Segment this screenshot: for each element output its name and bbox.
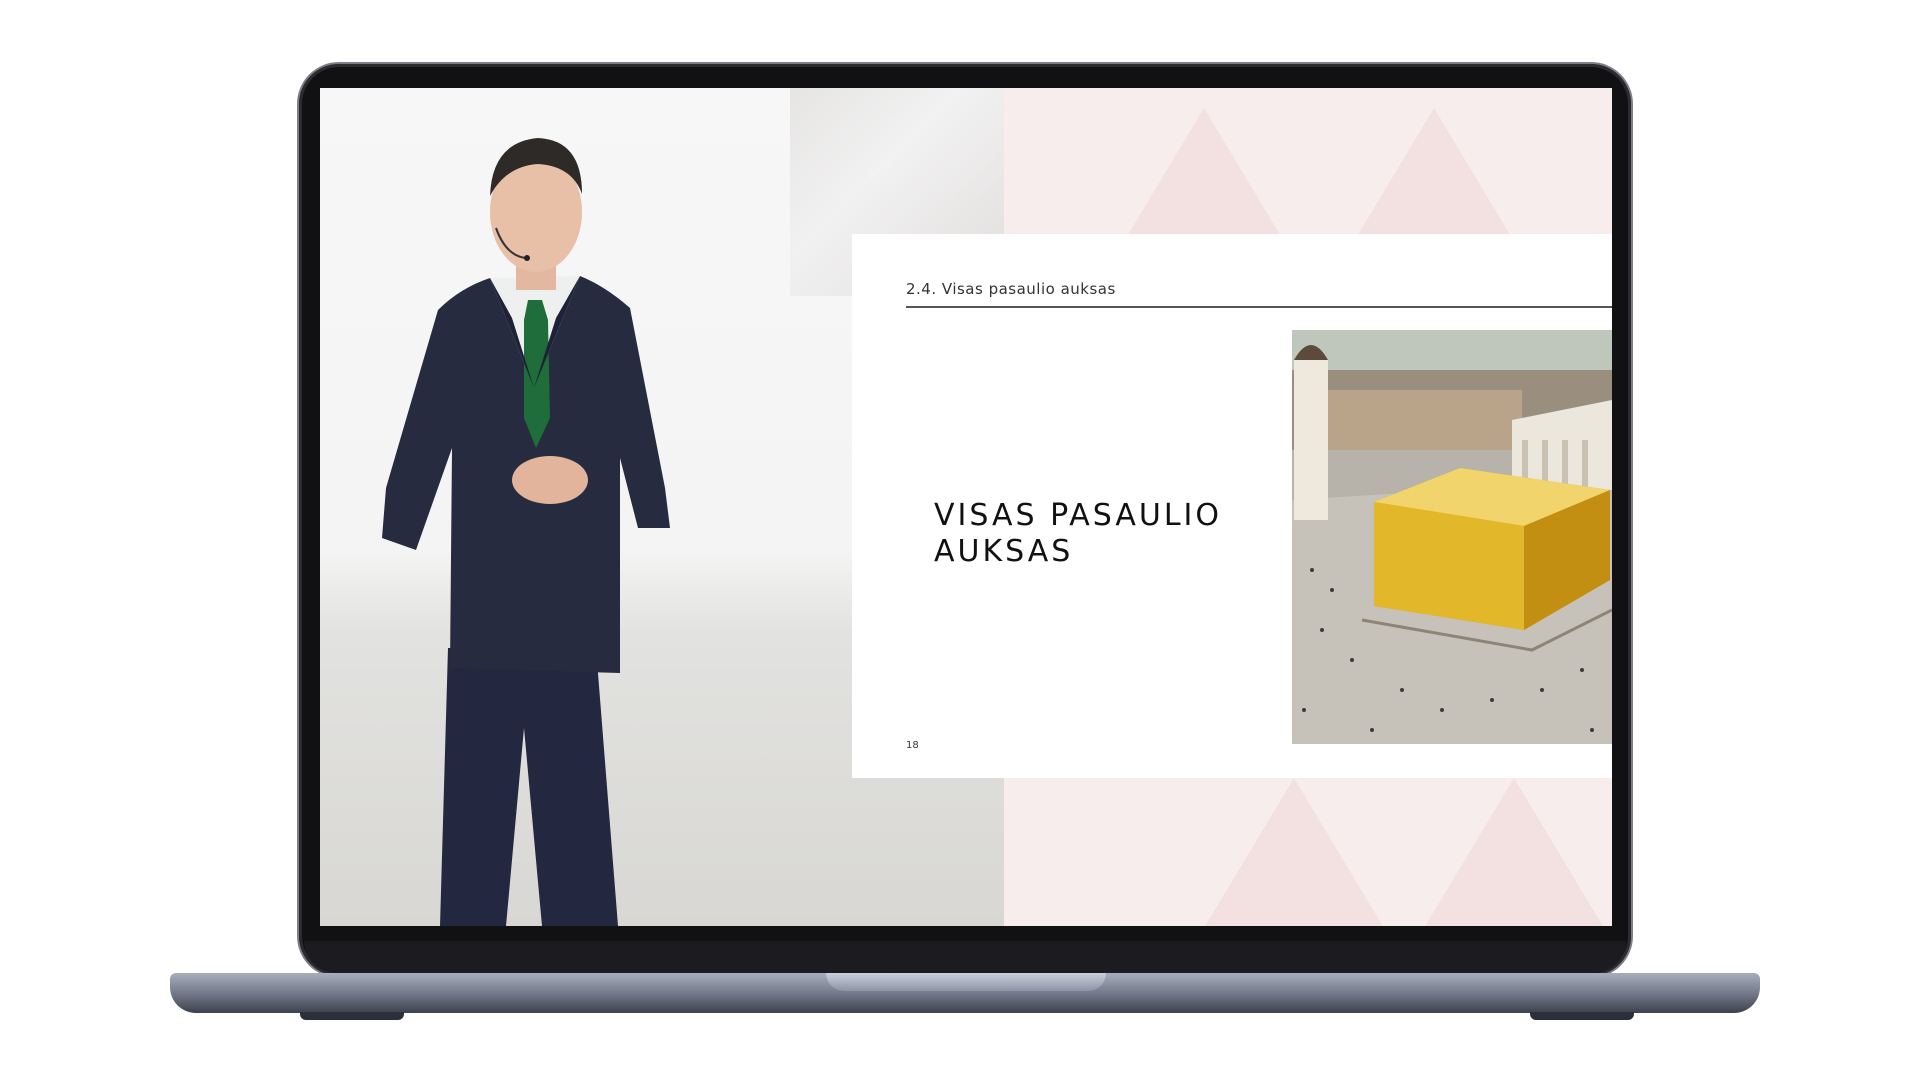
laptop-screen: 2.4. Visas pasaulio auksas VISAS PASAULI… [320,88,1612,926]
laptop-base-notch [826,973,1106,991]
slide-header-rule [906,306,1612,308]
slide-page-number: 18 [906,740,919,751]
slide-title-line-2: AUKSAS [934,534,1074,569]
presenter-photo [382,138,670,926]
gold-cube-image [1292,330,1612,744]
backdrop-pattern-shape [1424,778,1604,926]
slide-section-title: 2.4. Visas pasaulio auksas [906,280,1116,298]
slide-title: VISAS PASAULIO AUKSAS [934,498,1274,570]
backdrop-pattern-shape [1204,778,1384,926]
laptop-lid-bottom-bezel [304,941,1626,973]
slide-title-line-1: VISAS PASAULIO [934,498,1223,533]
laptop-foot-right [1530,1012,1634,1020]
presentation-slide: 2.4. Visas pasaulio auksas VISAS PASAULI… [852,234,1612,778]
laptop-foot-left [300,1012,404,1020]
